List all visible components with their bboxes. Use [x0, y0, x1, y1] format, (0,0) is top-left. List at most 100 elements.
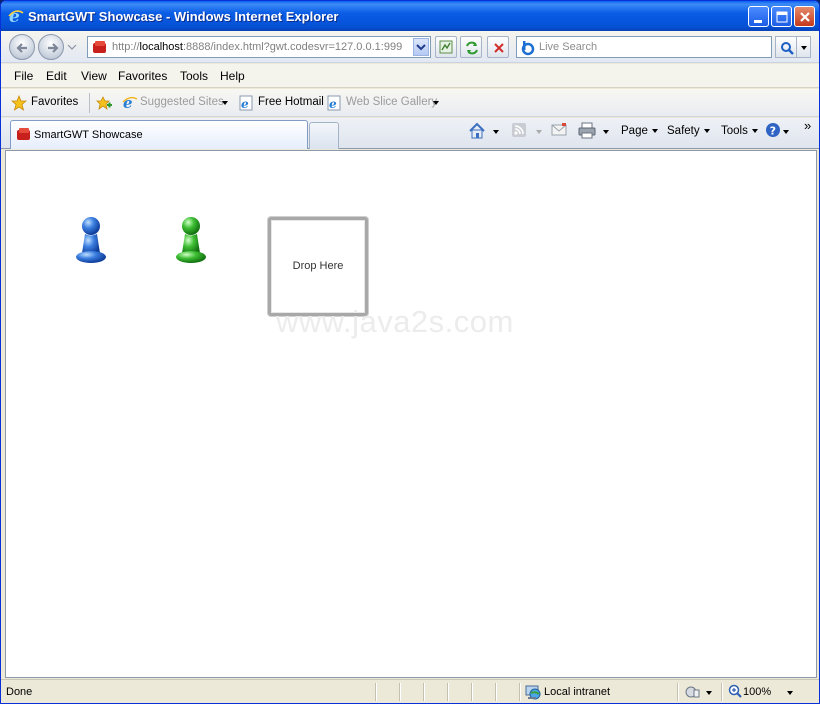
maximize-icon	[776, 11, 788, 23]
refresh-button[interactable]	[460, 36, 482, 58]
recent-pages-dropdown[interactable]	[67, 43, 77, 51]
ie-page-icon: e	[239, 95, 253, 111]
compatibility-view-button[interactable]	[435, 36, 457, 58]
menu-help[interactable]: Help	[220, 69, 245, 83]
chevron-down-icon[interactable]	[222, 101, 228, 105]
close-icon	[800, 12, 810, 22]
help-icon[interactable]: ?	[765, 122, 781, 138]
search-options-dropdown[interactable]	[797, 36, 811, 58]
separator	[447, 683, 448, 701]
blue-pawn-icon[interactable]	[74, 215, 108, 265]
menu-file[interactable]: File	[14, 69, 33, 83]
security-zone-text[interactable]: Local intranet	[544, 686, 610, 698]
back-icon	[16, 43, 27, 53]
status-text: Done	[6, 686, 33, 698]
menu-tools[interactable]: Tools	[180, 69, 208, 83]
separator	[495, 683, 496, 701]
status-bar: Done Local intranet 100%	[1, 679, 819, 703]
chevron-down-icon[interactable]	[433, 101, 439, 105]
safety-menu[interactable]: Safety	[667, 125, 710, 137]
tab-label: SmartGWT Showcase	[34, 129, 143, 141]
back-button[interactable]	[9, 34, 35, 60]
separator	[423, 683, 424, 701]
tools-menu[interactable]: Tools	[721, 125, 758, 137]
stop-button[interactable]	[487, 36, 509, 58]
stop-icon	[494, 43, 504, 53]
menu-view[interactable]: View	[81, 69, 107, 83]
toolbar-overflow-button[interactable]: »	[804, 118, 811, 133]
star-icon	[11, 95, 27, 111]
tab-smartgwt-showcase[interactable]: SmartGWT Showcase	[10, 120, 308, 149]
refresh-icon	[466, 41, 478, 55]
add-favorites-icon[interactable]	[96, 95, 113, 111]
page-menu-label: Page	[621, 125, 648, 137]
green-pawn-icon[interactable]	[174, 215, 208, 265]
menu-bar: File Edit View Favorites Tools Help	[1, 64, 819, 88]
address-bar[interactable]: http://localhost:8888/index.html?gwt.cod…	[87, 36, 431, 58]
globe-icon	[525, 685, 541, 700]
minimize-icon	[754, 20, 762, 23]
browser-window: e SmartGWT Showcase - Windows Internet E…	[0, 0, 820, 704]
separator	[89, 93, 90, 113]
search-placeholder: Live Search	[539, 41, 598, 53]
chevron-down-icon[interactable]	[783, 130, 789, 134]
protected-mode-icon[interactable]	[684, 684, 700, 700]
drop-target[interactable]: Drop Here	[268, 217, 368, 316]
suggested-sites-link[interactable]: Suggested Sites	[140, 96, 224, 108]
zoom-icon[interactable]	[728, 684, 742, 698]
close-button[interactable]	[794, 6, 815, 27]
search-button[interactable]	[775, 36, 797, 58]
zoom-level[interactable]: 100%	[743, 686, 771, 698]
chevron-down-icon[interactable]	[787, 691, 793, 695]
separator	[375, 683, 376, 701]
chevron-down-icon[interactable]	[603, 130, 609, 134]
chevron-down-icon	[801, 46, 807, 50]
title-bar: e SmartGWT Showcase - Windows Internet E…	[1, 1, 819, 31]
address-toolbar: http://localhost:8888/index.html?gwt.cod…	[1, 31, 819, 63]
watermark: www.java2s.com	[276, 304, 514, 339]
ie-logo-icon: e	[8, 7, 24, 25]
tab-row: SmartGWT Showcase Page Safety Tools ? »	[1, 118, 819, 149]
menu-favorites[interactable]: Favorites	[118, 69, 167, 83]
svg-text:e: e	[123, 94, 133, 111]
ie-page-icon: e	[327, 95, 341, 111]
svg-text:e: e	[329, 97, 337, 111]
favorites-button[interactable]: Favorites	[31, 96, 78, 108]
forward-icon	[48, 43, 59, 53]
address-dropdown[interactable]	[413, 38, 429, 56]
svg-text:e: e	[9, 7, 20, 25]
separator	[721, 683, 722, 701]
live-search-logo-icon	[521, 41, 535, 56]
free-hotmail-link[interactable]: Free Hotmail	[258, 96, 324, 108]
compatibility-icon	[439, 40, 453, 54]
home-icon[interactable]	[468, 122, 486, 140]
menu-edit[interactable]: Edit	[46, 69, 67, 83]
page-content: Drop Here www.java2s.com	[5, 150, 817, 678]
chevron-down-icon	[416, 44, 426, 51]
url-text: http://localhost:8888/index.html?gwt.cod…	[112, 41, 403, 53]
new-tab-button[interactable]	[309, 122, 339, 149]
chevron-down-icon	[536, 130, 542, 134]
maximize-button[interactable]	[771, 6, 792, 27]
svg-text:?: ?	[770, 125, 776, 138]
separator	[399, 683, 400, 701]
chevron-down-icon[interactable]	[493, 130, 499, 134]
chevron-down-icon[interactable]	[706, 691, 712, 695]
ie-page-icon: e	[122, 94, 138, 111]
mail-icon[interactable]	[551, 122, 568, 138]
minimize-button[interactable]	[748, 6, 769, 27]
forward-button[interactable]	[38, 34, 64, 60]
print-icon[interactable]	[578, 122, 596, 139]
rss-icon[interactable]	[511, 122, 527, 138]
search-input[interactable]: Live Search	[516, 36, 772, 58]
safety-menu-label: Safety	[667, 125, 700, 137]
web-slice-gallery-link[interactable]: Web Slice Gallery	[346, 96, 437, 108]
separator	[471, 683, 472, 701]
page-menu[interactable]: Page	[621, 125, 658, 137]
page-icon	[17, 128, 30, 140]
window-title: SmartGWT Showcase - Windows Internet Exp…	[28, 9, 339, 24]
tools-menu-label: Tools	[721, 125, 748, 137]
separator	[519, 683, 520, 701]
search-icon	[781, 42, 794, 55]
page-icon	[93, 41, 106, 53]
